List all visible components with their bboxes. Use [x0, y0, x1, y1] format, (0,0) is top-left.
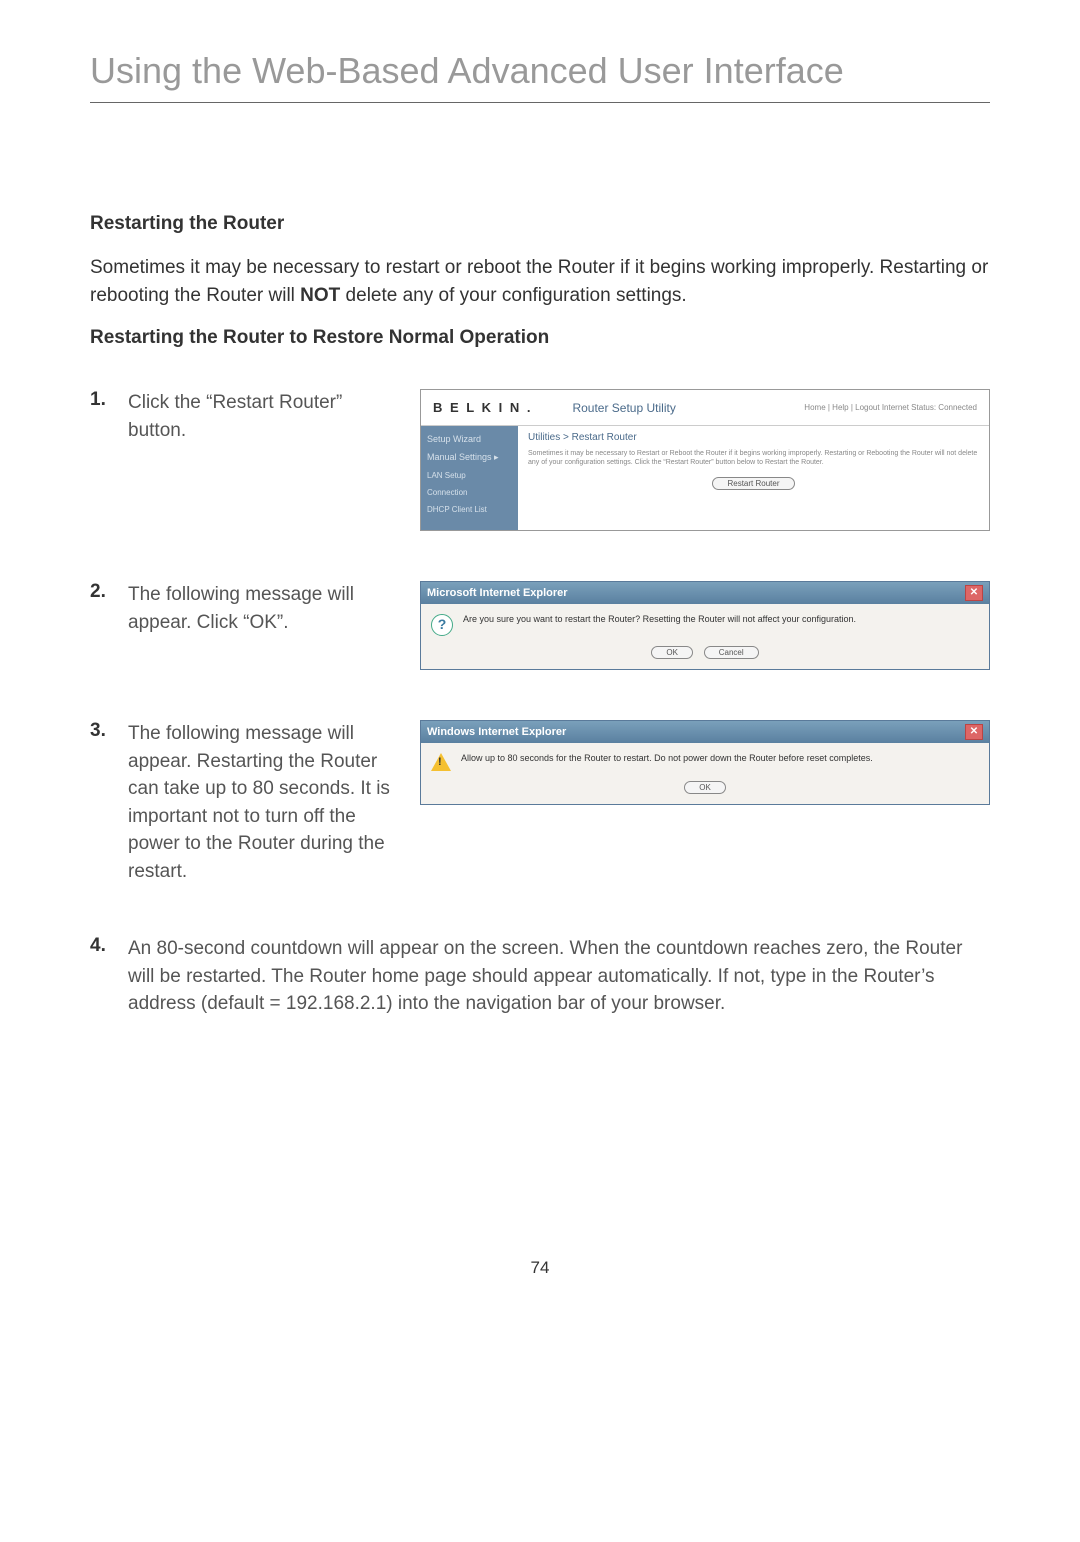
step-2-number: 2. — [90, 581, 128, 603]
screenshot-router-utility: B E L K I N . Router Setup Utility Home … — [420, 389, 990, 531]
intro-bold-not: NOT — [300, 285, 340, 306]
dialog-2-title: Microsoft Internet Explorer — [427, 587, 568, 599]
step-4-number: 4. — [90, 935, 128, 957]
question-icon: ? — [431, 614, 453, 636]
dialog-3-title: Windows Internet Explorer — [427, 726, 566, 738]
intro-text-suffix: delete any of your configuration setting… — [340, 285, 686, 306]
dialog-2-ok-button[interactable]: OK — [651, 646, 693, 659]
step-4: 4. An 80-second countdown will appear on… — [90, 935, 990, 1018]
step-3-number: 3. — [90, 720, 128, 742]
utility-description: Sometimes it may be necessary to Restart… — [528, 449, 979, 467]
dialog-3-ok-button[interactable]: OK — [684, 781, 726, 794]
sidebar-setup-wizard[interactable]: Setup Wizard — [427, 434, 512, 444]
belkin-logo: B E L K I N . — [433, 400, 532, 415]
close-icon[interactable]: ✕ — [965, 724, 983, 740]
step-3-text: The following message will appear. Resta… — [128, 720, 390, 885]
warning-icon — [431, 753, 451, 771]
section-heading-restarting: Restarting the Router — [90, 213, 990, 235]
step-2: 2. The following message will appear. Cl… — [90, 581, 990, 670]
step-2-text: The following message will appear. Click… — [128, 581, 390, 636]
dialog-2-cancel-button[interactable]: Cancel — [704, 646, 759, 659]
sidebar-dhcp[interactable]: DHCP Client List — [427, 505, 512, 514]
breadcrumb: Utilities > Restart Router — [528, 432, 979, 443]
step-1: 1. Click the “Restart Router” button. B … — [90, 389, 990, 531]
utility-sidebar: Setup Wizard Manual Settings ▸ LAN Setup… — [421, 426, 518, 530]
utility-header-links: Home | Help | Logout Internet Status: Co… — [804, 403, 977, 412]
section-heading-restore: Restarting the Router to Restore Normal … — [90, 327, 990, 349]
step-1-number: 1. — [90, 389, 128, 411]
screenshot-dialog-confirm: Microsoft Internet Explorer ✕ ? Are you … — [420, 581, 990, 670]
restart-router-button[interactable]: Restart Router — [712, 477, 794, 490]
sidebar-manual-settings[interactable]: Manual Settings ▸ — [427, 452, 512, 463]
step-1-text: Click the “Restart Router” button. — [128, 389, 390, 444]
screenshot-dialog-wait: Windows Internet Explorer ✕ Allow up to … — [420, 720, 990, 805]
step-3: 3. The following message will appear. Re… — [90, 720, 990, 885]
intro-paragraph: Sometimes it may be necessary to restart… — [90, 254, 990, 309]
close-icon[interactable]: ✕ — [965, 585, 983, 601]
page-number: 74 — [90, 1258, 990, 1278]
dialog-2-message: Are you sure you want to restart the Rou… — [463, 614, 856, 626]
sidebar-connection[interactable]: Connection — [427, 488, 512, 497]
page-title: Using the Web-Based Advanced User Interf… — [90, 50, 990, 103]
sidebar-lan-setup[interactable]: LAN Setup — [427, 471, 512, 480]
step-4-text: An 80-second countdown will appear on th… — [128, 935, 990, 1018]
utility-title: Router Setup Utility — [572, 401, 675, 415]
dialog-3-message: Allow up to 80 seconds for the Router to… — [461, 753, 873, 765]
